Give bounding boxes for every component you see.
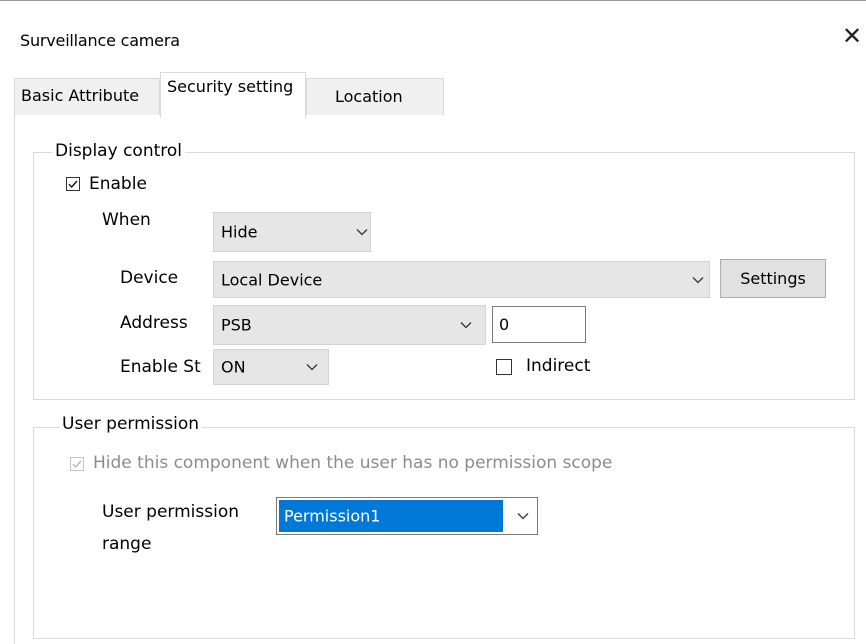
- enable-state-label: Enable St: [120, 357, 201, 377]
- tab-basic-attribute[interactable]: Basic Attribute: [14, 78, 160, 115]
- chevron-down-icon: [517, 513, 529, 520]
- close-icon[interactable]: ✕: [842, 24, 862, 48]
- address-type-value: PSB: [221, 315, 252, 335]
- enable-state-dropdown[interactable]: ON: [213, 349, 329, 385]
- indirect-checkbox[interactable]: [496, 359, 512, 375]
- indirect-label: Indirect: [526, 356, 591, 376]
- device-dropdown[interactable]: Local Device: [213, 261, 710, 298]
- chevron-down-icon: [692, 276, 704, 283]
- permission-range-label-line1: User permission: [102, 502, 239, 522]
- tab-location[interactable]: Location: [306, 78, 444, 115]
- window-top-border: [0, 0, 866, 1]
- chevron-down-icon: [306, 364, 318, 371]
- when-label: When: [102, 210, 151, 230]
- when-value: Hide: [221, 222, 258, 242]
- address-label: Address: [120, 313, 188, 333]
- tab-security-setting[interactable]: Security setting: [160, 72, 306, 118]
- checkmark-icon: [68, 180, 78, 189]
- permission-range-dropdown[interactable]: Permission1: [276, 497, 538, 535]
- display-control-title: Display control: [52, 141, 185, 161]
- when-dropdown[interactable]: Hide: [213, 212, 371, 252]
- permission-range-value: Permission1: [284, 506, 381, 526]
- tab-label: Basic Attribute: [21, 86, 140, 105]
- permission-range-label-line2: range: [102, 534, 152, 554]
- address-input[interactable]: 0: [492, 306, 586, 343]
- hide-component-label: Hide this component when the user has no…: [93, 453, 613, 473]
- chevron-down-icon: [460, 322, 472, 329]
- checkmark-icon: [72, 460, 82, 469]
- chevron-down-icon: [356, 229, 368, 236]
- permission-range-selection: Permission1: [279, 500, 503, 532]
- device-value: Local Device: [221, 270, 323, 289]
- settings-button[interactable]: Settings: [720, 259, 826, 298]
- window-title: Surveillance camera: [20, 31, 180, 50]
- enable-state-value: ON: [221, 357, 246, 377]
- enable-checkbox[interactable]: [66, 177, 80, 191]
- address-type-dropdown[interactable]: PSB: [213, 305, 486, 345]
- user-permission-title: User permission: [59, 414, 202, 434]
- hide-component-checkbox[interactable]: [70, 457, 84, 471]
- tab-label: Location: [335, 87, 403, 106]
- enable-label: Enable: [89, 174, 147, 194]
- device-label: Device: [120, 268, 179, 288]
- tab-label: Security setting: [167, 77, 294, 96]
